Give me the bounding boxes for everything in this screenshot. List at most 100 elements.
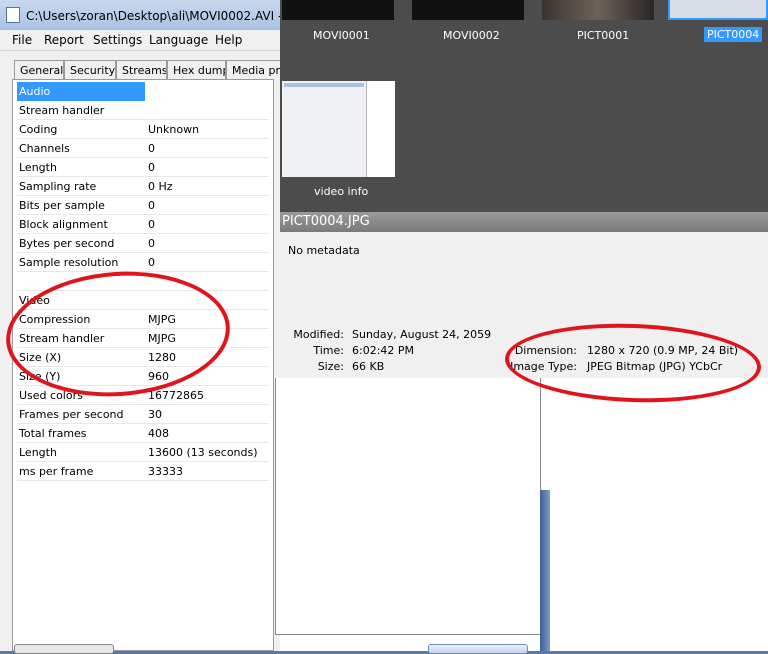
row-value: 13600 (13 seconds) — [148, 446, 258, 459]
row-value: 0 — [148, 237, 155, 250]
menu-file[interactable]: File — [12, 33, 32, 47]
table-row[interactable]: Frames per second 30 — [17, 405, 269, 424]
row-key: Frames per second — [19, 408, 124, 421]
thumb-label: MOVI0002 — [443, 29, 500, 42]
prop-label: Image Type: — [510, 360, 577, 373]
blank-preview-frame — [275, 378, 541, 635]
file-info-window: C:\Users\zoran\Desktop\ali\MOVI0002.AVI … — [0, 0, 283, 654]
table-row[interactable]: Length 0 — [17, 158, 269, 177]
prop-label: Size: — [317, 360, 344, 373]
row-value: 960 — [148, 370, 169, 383]
table-row[interactable]: Size (Y) 960 — [17, 367, 269, 386]
menu-language[interactable]: Language — [149, 33, 208, 47]
tab-general[interactable]: General — [14, 60, 64, 79]
prop-value: JPEG Bitmap (JPG) YCbCr — [587, 360, 723, 373]
tab-security[interactable]: Security — [64, 60, 116, 79]
thumbnail-pict0001[interactable] — [542, 0, 654, 20]
thumbnail-movi0002[interactable] — [412, 0, 524, 20]
row-value: 0 — [148, 142, 155, 155]
table-row[interactable]: Stream handler MJPG — [17, 329, 269, 348]
spacer-row — [17, 272, 269, 291]
row-key: Bytes per second — [19, 237, 115, 250]
table-row[interactable]: ms per frame 33333 — [17, 462, 269, 481]
table-row[interactable]: Used colors 16772865 — [17, 386, 269, 405]
row-key: Length — [19, 446, 57, 459]
prop-label: Time: — [313, 344, 344, 357]
table-row[interactable]: Coding Unknown — [17, 120, 269, 139]
thumb-label: PICT0001 — [577, 29, 630, 42]
prop-label: Modified: — [293, 328, 344, 341]
file-properties: Modified: Sunday, August 24, 2059 Time: … — [280, 322, 768, 378]
table-row[interactable]: Sample resolution 0 — [17, 253, 269, 272]
row-value: 408 — [148, 427, 169, 440]
row-key: Coding — [19, 123, 58, 136]
metadata-text: No metadata — [288, 244, 360, 257]
row-key: Sampling rate — [19, 180, 97, 193]
audio-header-label: Audio — [19, 85, 51, 98]
row-value: MJPG — [148, 313, 176, 326]
row-key: ms per frame — [19, 465, 94, 478]
video-header-label: Video — [19, 294, 50, 307]
table-row[interactable]: Length 13600 (13 seconds) — [17, 443, 269, 462]
row-key: Channels — [19, 142, 70, 155]
row-key: Total frames — [19, 427, 87, 440]
prop-value: 66 KB — [352, 360, 385, 373]
row-key: Block alignment — [19, 218, 108, 231]
thumb-preview-titlebar — [284, 83, 364, 87]
row-value: MJPG — [148, 332, 176, 345]
row-key: Length — [19, 161, 57, 174]
row-key: Used colors — [19, 389, 83, 402]
row-value: 30 — [148, 408, 162, 421]
streams-panel: Audio Stream handler Coding Unknown Chann… — [12, 79, 274, 651]
thumb-preview-window — [282, 81, 367, 177]
tab-media-preview[interactable]: Media pre — [226, 60, 282, 79]
row-key: Size (X) — [19, 351, 62, 364]
thumbnail-grid: MOVI0001 MOVI0002 PICT0001 PICT0004 vide… — [280, 0, 768, 212]
row-value: 33333 — [148, 465, 183, 478]
table-row[interactable]: Compression MJPG — [17, 310, 269, 329]
row-key: Size (Y) — [19, 370, 61, 383]
background-window-edge — [540, 490, 550, 651]
row-value: 0 — [148, 161, 155, 174]
prop-value: Sunday, August 24, 2059 — [352, 328, 492, 341]
row-key: Bits per sample — [19, 199, 105, 212]
row-value: 16772865 — [148, 389, 204, 402]
table-row[interactable]: Bytes per second 0 — [17, 234, 269, 253]
tab-streams[interactable]: Streams — [116, 60, 167, 79]
table-row[interactable]: Total frames 408 — [17, 424, 269, 443]
row-value: 0 — [148, 256, 155, 269]
video-section-header[interactable]: Video — [17, 291, 269, 310]
table-row[interactable]: Block alignment 0 — [17, 215, 269, 234]
row-key: Stream handler — [19, 332, 105, 345]
row-value: 1280 — [148, 351, 176, 364]
table-row[interactable]: Channels 0 — [17, 139, 269, 158]
thumbnail-pict0004[interactable] — [668, 0, 768, 20]
row-value: 0 — [148, 218, 155, 231]
menu-bar: File Report Settings Language Help — [0, 30, 282, 51]
row-key: Sample resolution — [19, 256, 119, 269]
prop-value: 1280 x 720 (0.9 MP, 24 Bit) — [587, 344, 739, 357]
table-row[interactable]: Bits per sample 0 — [17, 196, 269, 215]
row-value: 0 Hz — [148, 180, 173, 193]
title-bar[interactable]: C:\Users\zoran\Desktop\ali\MOVI0002.AVI … — [0, 0, 282, 30]
row-key: Compression — [19, 313, 91, 326]
row-value: Unknown — [148, 123, 200, 136]
thumb-label-selected: PICT0004 — [704, 27, 763, 42]
thumbnail-video-info[interactable] — [282, 81, 395, 177]
bottom-button[interactable] — [14, 644, 114, 654]
table-row[interactable]: Stream handler — [17, 101, 269, 120]
table-row[interactable]: Size (X) 1280 — [17, 348, 269, 367]
table-row[interactable]: Sampling rate 0 Hz — [17, 177, 269, 196]
prop-value: 6:02:42 PM — [352, 344, 415, 357]
app-icon — [6, 7, 20, 23]
menu-help[interactable]: Help — [215, 33, 242, 47]
row-key: Stream handler — [19, 104, 105, 117]
bottom-right-button[interactable] — [428, 644, 528, 654]
menu-report[interactable]: Report — [44, 33, 84, 47]
row-value: 0 — [148, 199, 155, 212]
thumb-label: video info — [314, 185, 369, 198]
tab-hex-dump[interactable]: Hex dump — [167, 60, 226, 79]
thumbnail-movi0001[interactable] — [282, 0, 394, 20]
menu-settings[interactable]: Settings — [93, 33, 142, 47]
audio-section-header[interactable]: Audio — [17, 82, 145, 101]
